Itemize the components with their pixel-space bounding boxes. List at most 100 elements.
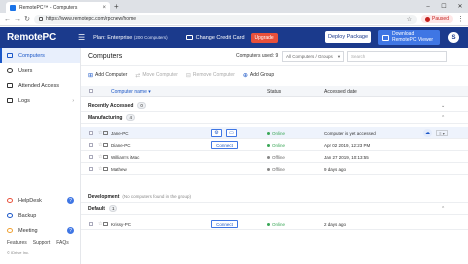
change-credit-card-link[interactable]: Change Credit Card xyxy=(185,35,245,41)
group-header-development[interactable]: Development (No computers found in the g… xyxy=(81,191,468,203)
sidebar-item-helpdesk[interactable]: HelpDesk ? xyxy=(0,193,80,208)
upgrade-button[interactable]: Upgrade xyxy=(250,32,278,43)
sidebar-item-users[interactable]: Users xyxy=(0,63,80,78)
url-text: https://www.remotepc.com/rpcnew/home xyxy=(46,16,137,22)
deploy-package-button[interactable]: Deploy Package xyxy=(325,31,371,43)
back-icon[interactable]: ← xyxy=(4,16,11,23)
bookmark-star-icon[interactable]: ☆ xyxy=(407,16,412,23)
monitor-icon xyxy=(7,53,13,58)
table-row[interactable]: ☆ William's iMac Offline Jan 27 2019, 10… xyxy=(81,151,468,163)
column-accessed-date: Accessed date xyxy=(324,89,357,95)
footer-links: Features Support FAQs xyxy=(0,240,80,246)
favorite-star-icon[interactable]: ☆ xyxy=(98,154,102,160)
sidebar-item-meeting[interactable]: Meeting ? xyxy=(0,223,80,238)
row-checkbox[interactable] xyxy=(89,131,93,135)
accessed-date: Apr 02 2019, 12:23 PM xyxy=(324,143,371,148)
reload-icon[interactable]: ↻ xyxy=(24,15,30,23)
group-name: Development xyxy=(88,193,120,200)
favorite-star-icon[interactable]: ☆ xyxy=(98,142,102,148)
table-row[interactable]: ☆ Diane-PC Connect Online Apr 02 2019, 1… xyxy=(81,139,468,151)
computer-name[interactable]: Krissy-PC xyxy=(111,222,131,227)
cloud-icon[interactable]: ☁ xyxy=(423,129,432,137)
row-options-dropdown[interactable]: ≡ ▾ xyxy=(436,130,448,136)
minimize-button[interactable]: – xyxy=(420,0,436,13)
sidebar-item-label: Logs xyxy=(18,97,30,104)
status-cell: Online xyxy=(267,143,285,148)
connect-button[interactable]: Connect xyxy=(211,141,238,149)
add-computer-icon: ⊞ xyxy=(88,72,94,79)
profile-button[interactable]: Paused xyxy=(421,15,453,23)
add-computer-button[interactable]: ⊞ Add Computer xyxy=(88,72,127,79)
sidebar-item-logs[interactable]: Logs › xyxy=(0,93,80,108)
group-header-manufacturing[interactable]: Manufacturing 4 ⌃ xyxy=(81,112,468,124)
add-computer-label: Add Computer xyxy=(95,72,128,78)
maximize-button[interactable]: ☐ xyxy=(436,0,452,13)
search-input[interactable]: Search xyxy=(347,51,447,62)
group-count: 1 xyxy=(108,205,118,212)
accessed-date: Jan 27 2019, 10:13:55 xyxy=(324,155,369,160)
group-filter-select[interactable]: All Computers / Groups ▼ xyxy=(282,51,344,62)
group-name: Recently Accessed xyxy=(88,102,134,109)
row-checkbox[interactable] xyxy=(89,167,93,171)
support-link[interactable]: Support xyxy=(33,240,51,246)
info-icon[interactable]: ? xyxy=(67,227,74,234)
close-window-button[interactable]: ✕ xyxy=(452,0,468,13)
favorite-star-icon[interactable]: ☆ xyxy=(98,130,102,136)
group-header-default[interactable]: Default 1 ⌃ xyxy=(81,203,468,215)
add-group-label: Add Group xyxy=(249,72,275,78)
plan-label: Plan: Enterprise xyxy=(93,34,133,41)
browser-tab[interactable]: RemotePC™ - Computers × xyxy=(6,2,110,13)
chevron-up-icon[interactable]: ⌃ xyxy=(441,115,445,121)
column-computer-name[interactable]: Computer name ▾ xyxy=(111,89,151,95)
group-header-recently-accessed[interactable]: Recently Accessed 0 ⌄ xyxy=(81,100,468,112)
forward-icon[interactable]: → xyxy=(14,16,21,23)
faqs-link[interactable]: FAQs xyxy=(56,240,69,246)
computer-name[interactable]: William's iMac xyxy=(111,155,139,160)
info-icon[interactable]: ? xyxy=(67,197,74,204)
remove-computer-button[interactable]: ⊟ Remove Computer xyxy=(186,72,235,79)
chevron-down-icon[interactable]: ⌄ xyxy=(441,103,445,109)
computer-name[interactable]: Diane-PC xyxy=(111,143,131,148)
browser-menu-icon[interactable]: ⋮ xyxy=(457,15,464,23)
row-checkbox[interactable] xyxy=(89,222,93,226)
remote-view-button[interactable]: ▭ xyxy=(226,129,237,137)
tab-close-icon[interactable]: × xyxy=(102,5,106,11)
new-tab-button[interactable]: + xyxy=(114,2,119,12)
sidebar-item-attended-access[interactable]: Attended Access xyxy=(0,78,80,93)
sidebar-item-computers[interactable]: Computers xyxy=(0,48,80,63)
add-group-button[interactable]: ⊕ Add Group xyxy=(243,72,274,79)
features-link[interactable]: Features xyxy=(7,240,27,246)
app-header: RemotePC ☰ Plan: Enterprise (200 Compute… xyxy=(0,27,468,48)
favorite-star-icon[interactable]: ☆ xyxy=(98,221,102,227)
url-input[interactable]: https://www.remotepc.com/rpcnew/home ☆ xyxy=(34,14,418,24)
hamburger-menu-icon[interactable]: ☰ xyxy=(78,33,85,42)
favorite-star-icon[interactable]: ☆ xyxy=(98,166,102,172)
online-status-icon xyxy=(267,144,270,147)
page-title: Computers xyxy=(88,53,123,60)
table-row[interactable]: ☆ Jane-PC ⚙ ▭ Online Computer is yet acc… xyxy=(81,127,468,139)
move-computer-label: Move Computer xyxy=(142,72,178,78)
connect-button[interactable]: Connect xyxy=(211,220,238,228)
chevron-up-icon[interactable]: ⌃ xyxy=(441,206,445,212)
sidebar: Computers Users Attended Access Logs › H… xyxy=(0,48,81,264)
move-computer-button[interactable]: ⇄ Move Computer xyxy=(135,72,178,79)
lock-icon xyxy=(39,17,43,21)
column-status: Status xyxy=(267,89,282,95)
user-avatar[interactable]: S xyxy=(448,32,459,43)
settings-button[interactable]: ⚙ xyxy=(211,129,222,137)
main-content: Computers Computers used: 9 All Computer… xyxy=(81,48,468,264)
remotepc-logo[interactable]: RemotePC xyxy=(0,32,78,43)
table-row[interactable]: ☆ Mathew Offline 9 days ago xyxy=(81,163,468,175)
tab-title: RemotePC™ - Computers xyxy=(19,4,78,11)
computer-name[interactable]: Mathew xyxy=(111,167,127,172)
table-row[interactable]: ☆ Krissy-PC Connect Online 2 days ago xyxy=(81,218,468,230)
online-status-icon xyxy=(267,223,270,226)
sidebar-item-backup[interactable]: Backup xyxy=(0,208,80,223)
computer-icon xyxy=(103,143,108,147)
row-checkbox[interactable] xyxy=(89,155,93,159)
move-computer-icon: ⇄ xyxy=(135,72,141,79)
download-viewer-button[interactable]: Download RemotePC Viewer xyxy=(378,30,440,45)
row-checkbox[interactable] xyxy=(89,143,93,147)
select-all-checkbox[interactable] xyxy=(89,89,93,93)
computer-name[interactable]: Jane-PC xyxy=(111,131,129,136)
